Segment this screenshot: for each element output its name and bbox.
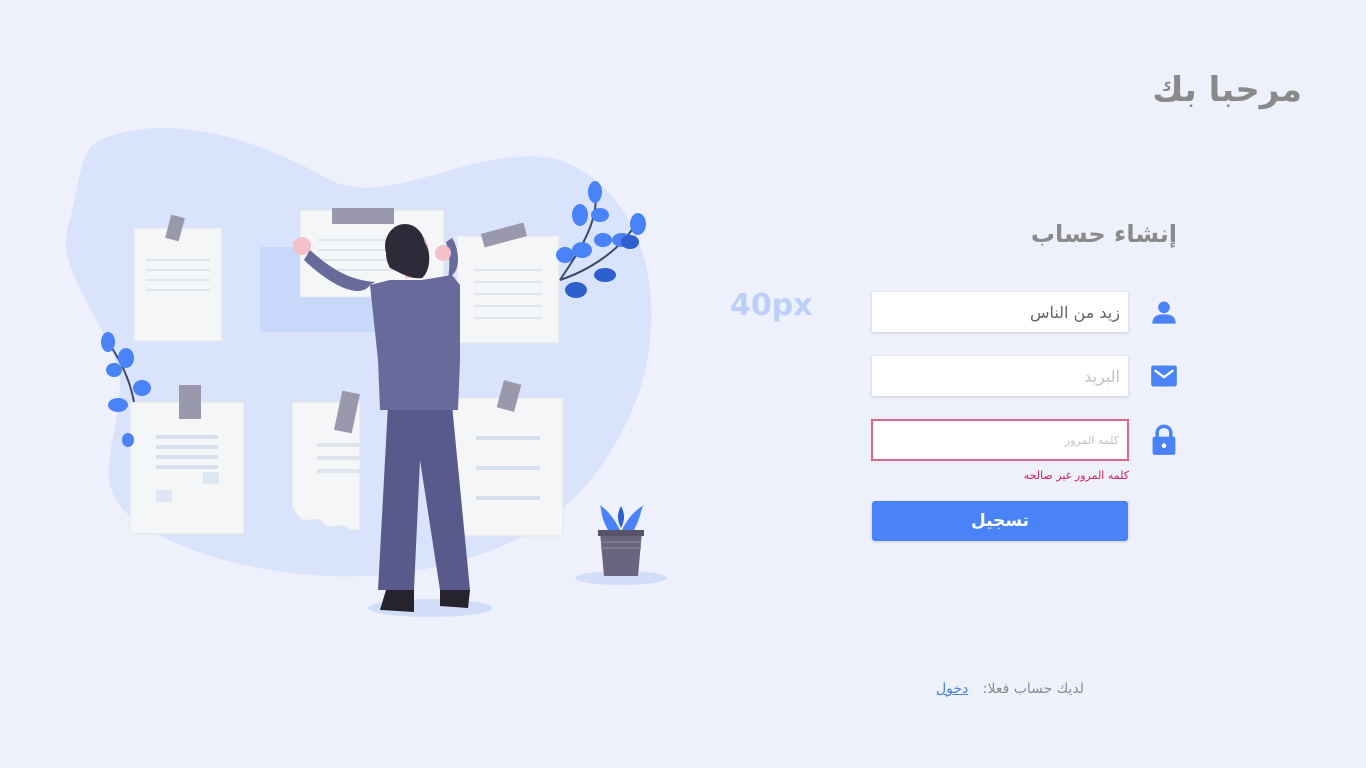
paper-bottom-center [291, 390, 361, 531]
username-input[interactable] [872, 292, 1128, 332]
user-icon [1152, 301, 1176, 324]
register-button[interactable]: تسجيل [872, 501, 1128, 541]
password-input[interactable] [871, 419, 1129, 461]
form-title: إنشاء حساب [1030, 220, 1177, 248]
flower-pot [575, 505, 667, 585]
mail-icon [1151, 365, 1177, 387]
email-input[interactable] [872, 356, 1128, 396]
paper-bottom-left [129, 385, 245, 535]
size-annotation-label: 40px [730, 288, 813, 323]
lock-icon [1152, 424, 1176, 455]
paper-top-right [456, 222, 560, 344]
signin-prompt-text: لديك حساب فعلا: [982, 681, 1085, 697]
password-error-message: كلمه المرور غير صالحه [1023, 469, 1129, 482]
welcome-heading: مرحبا بك [1152, 70, 1302, 110]
paper-bottom-right [452, 380, 564, 537]
login-link[interactable]: دخول [936, 681, 968, 697]
signin-prompt-row: لديك حساب فعلا: دخول [936, 681, 1084, 697]
paper-top-left [133, 214, 223, 342]
signup-illustration [65, 127, 667, 617]
